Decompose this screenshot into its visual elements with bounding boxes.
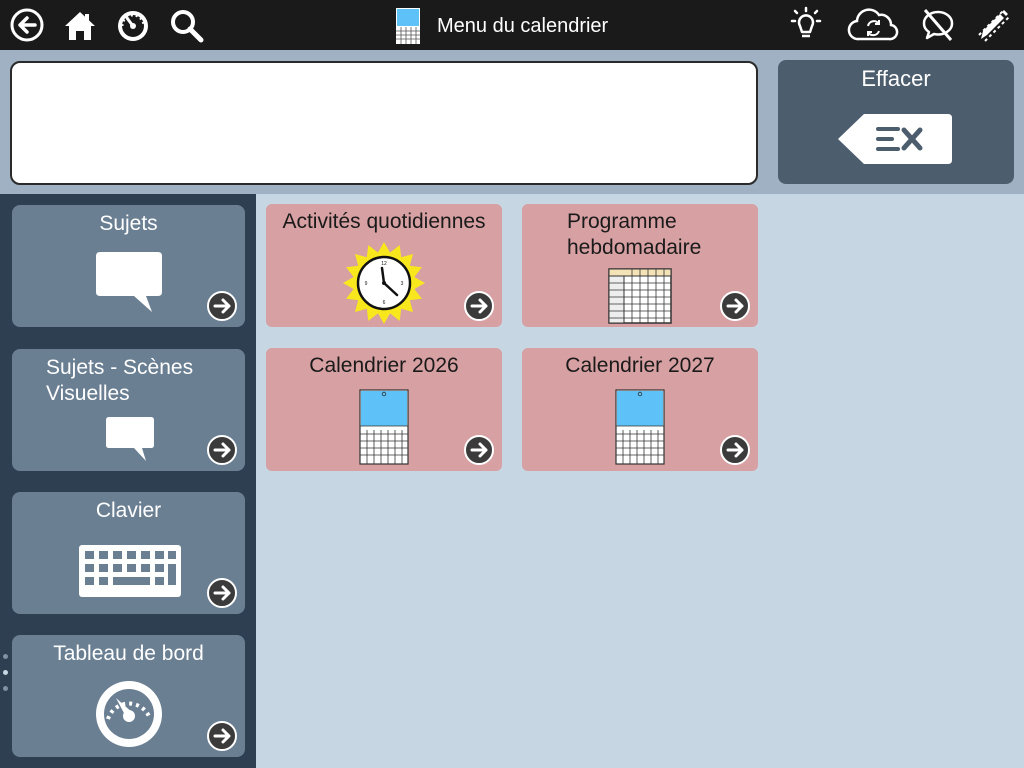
- dashboard-gauge-icon[interactable]: [113, 5, 153, 45]
- speech-bubble-icon: [96, 252, 162, 312]
- page-dot[interactable]: [3, 654, 8, 659]
- arrow-right-icon[interactable]: [464, 435, 494, 465]
- page-dot[interactable]: [3, 686, 8, 691]
- tile-calendrier-2026[interactable]: Calendrier 2026: [266, 348, 502, 471]
- page-dot-active[interactable]: [3, 670, 8, 675]
- arrow-right-icon[interactable]: [207, 578, 237, 608]
- cloud-sync-icon[interactable]: [845, 5, 901, 45]
- sidebar: Sujets Sujets - Scènes Visuelles Clavier…: [0, 194, 256, 768]
- tile-label: Calendrier 2026: [309, 354, 459, 377]
- search-icon[interactable]: [166, 5, 206, 45]
- sidebar-item-label: Sujets - Scènes Visuelles: [46, 356, 194, 405]
- arrow-right-icon[interactable]: [720, 435, 750, 465]
- arrow-right-icon[interactable]: [464, 291, 494, 321]
- home-icon[interactable]: [60, 5, 100, 45]
- message-area: Effacer: [0, 50, 1024, 194]
- sidebar-item-tableau-de-bord[interactable]: Tableau de bord: [12, 635, 245, 757]
- dashboard-gauge-icon: [96, 681, 162, 747]
- sidebar-item-scenes-visuelles[interactable]: Sujets - Scènes Visuelles: [12, 349, 245, 471]
- clear-text-x-icon: [838, 114, 952, 164]
- arrow-right-icon[interactable]: [207, 435, 237, 465]
- top-bar: Menu du calendrier: [0, 0, 1024, 50]
- tile-calendrier-2027[interactable]: Calendrier 2027: [522, 348, 758, 471]
- svg-text:6: 6: [383, 300, 386, 306]
- lightbulb-icon[interactable]: [786, 5, 826, 45]
- sidebar-item-label: Clavier: [95, 499, 162, 522]
- calendar-icon: [396, 8, 420, 44]
- sidebar-item-sujets[interactable]: Sujets: [12, 205, 245, 327]
- clear-button[interactable]: Effacer: [778, 60, 1014, 184]
- calendar-icon: [615, 389, 665, 465]
- page-indicator: [3, 654, 9, 702]
- message-box[interactable]: [10, 61, 758, 185]
- tile-activites-quotidiennes[interactable]: Activités quotidiennes 12 3 6 9: [266, 204, 502, 327]
- page-title-text: Menu du calendrier: [437, 14, 609, 37]
- back-arrow-icon[interactable]: [7, 5, 47, 45]
- arrow-right-icon[interactable]: [207, 721, 237, 751]
- tile-programme-hebdomadaire[interactable]: Programme hebdomadaire: [522, 204, 758, 327]
- arrow-right-icon[interactable]: [720, 291, 750, 321]
- page-title: Menu du calendrier: [395, 6, 608, 46]
- sun-clock-icon: 12 3 6 9: [343, 242, 425, 324]
- svg-text:12: 12: [381, 261, 387, 267]
- edit-pencil-icon[interactable]: [973, 5, 1013, 45]
- sidebar-item-clavier[interactable]: Clavier: [12, 492, 245, 614]
- svg-text:9: 9: [365, 281, 368, 287]
- tile-label: Activités quotidiennes: [282, 210, 486, 233]
- speech-off-icon[interactable]: [918, 5, 958, 45]
- calendar-icon: [359, 389, 409, 465]
- svg-text:3: 3: [401, 281, 404, 287]
- sidebar-item-label: Sujets: [99, 212, 158, 235]
- tile-label: Programme hebdomadaire: [567, 210, 702, 259]
- tile-label: Calendrier 2027: [565, 354, 715, 377]
- clear-button-label: Effacer: [861, 66, 931, 91]
- arrow-right-icon[interactable]: [207, 291, 237, 321]
- speech-bubble-small-icon: [106, 417, 154, 461]
- keyboard-icon: [79, 545, 181, 597]
- weekly-table-icon: [608, 268, 672, 324]
- sidebar-item-label: Tableau de bord: [53, 642, 204, 665]
